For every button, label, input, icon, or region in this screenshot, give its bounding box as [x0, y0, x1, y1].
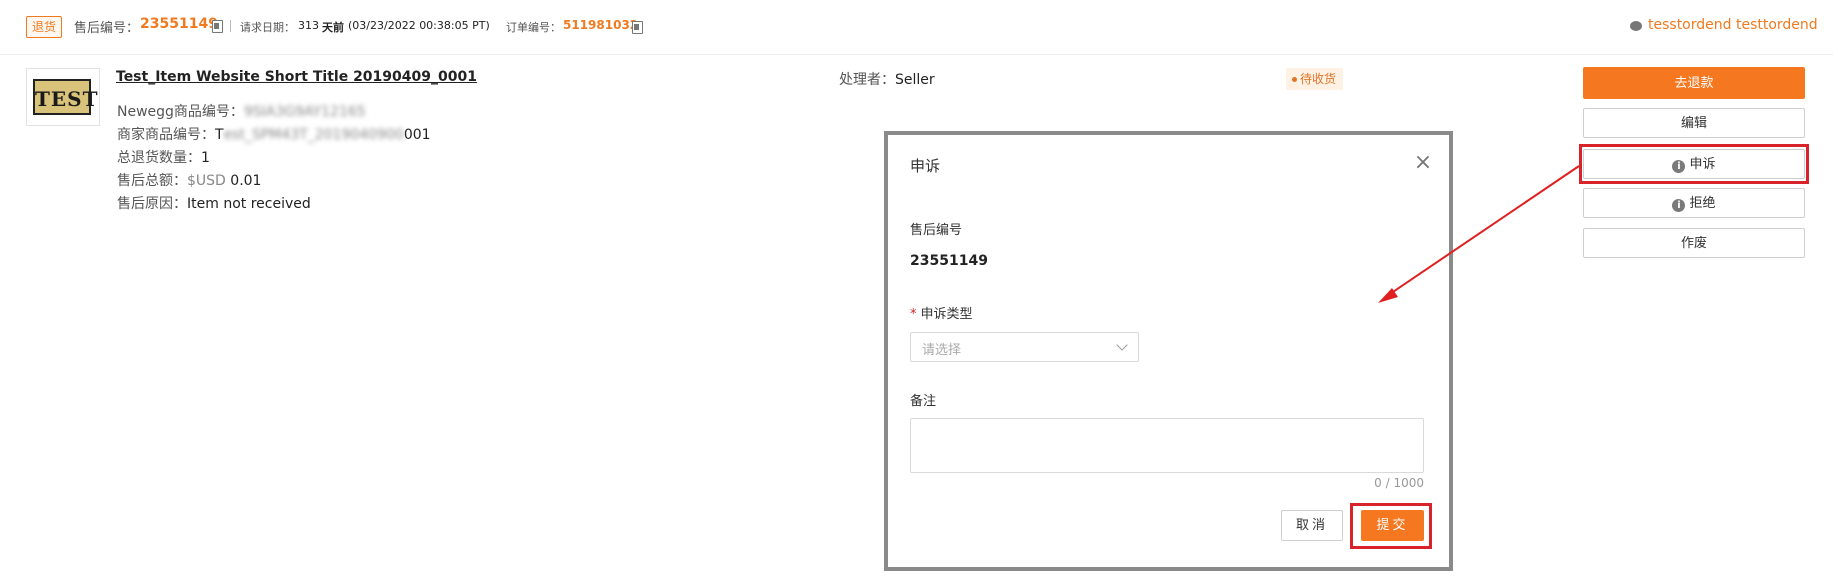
request-date-detail: (03/23/2022 00:38:05 PT)	[348, 19, 490, 32]
header-divider	[230, 20, 231, 32]
total-amount-row: 售后总额：$USD 0.01	[117, 170, 261, 190]
required-mark: *	[910, 307, 917, 322]
seller-item-no-suffix: 001	[403, 127, 431, 143]
remark-label: 备注	[910, 394, 937, 409]
item-title-link[interactable]: Test_Item Website Short Title 20190409_0…	[116, 69, 477, 85]
total-qty: 1	[201, 150, 210, 166]
request-days: 313	[298, 19, 319, 32]
appeal-button[interactable]: i 申诉	[1583, 149, 1805, 179]
info-icon: i	[1672, 199, 1686, 212]
appeal-type-placeholder: 请选择	[922, 343, 962, 358]
appeal-modal: 申诉 × 售后编号 23551149 * 申诉类型 请选择 备注 0 / 1000…	[888, 135, 1449, 567]
reason-row: 售后原因：Item not received	[117, 193, 311, 213]
seller-item-no-row: 商家商品编号：Test_SPM43T_2019040900001	[117, 124, 431, 144]
chat-icon	[1630, 21, 1642, 31]
request-days-suffix: 天前	[322, 21, 344, 34]
close-icon[interactable]: ×	[1413, 152, 1433, 174]
cancel-button[interactable]: 取消	[1281, 510, 1343, 541]
status-badge: 待收货	[1286, 68, 1344, 90]
after-sale-no: 23551149	[140, 16, 218, 32]
appeal-type-select[interactable]: 请选择	[910, 332, 1139, 362]
newegg-item-no: 9SIA3G9AY12165	[243, 104, 366, 120]
chevron-down-icon	[1116, 339, 1128, 351]
status-text: 待收货	[1300, 72, 1337, 86]
modal-title: 申诉	[910, 157, 941, 175]
seller-item-no-blurred: est_SPM43T_2019040900	[223, 127, 404, 143]
char-counter: 0 / 1000	[1374, 476, 1424, 490]
info-icon: i	[1672, 160, 1686, 173]
void-button[interactable]: 作废	[1583, 228, 1805, 258]
product-thumbnail[interactable]: TEST	[26, 68, 100, 126]
reject-label: 拒绝	[1689, 196, 1716, 211]
edit-button[interactable]: 编辑	[1583, 108, 1805, 138]
appeal-type-label: * 申诉类型	[910, 303, 973, 322]
status-dot	[1292, 77, 1297, 82]
handler-value: Seller	[895, 72, 935, 88]
user-name-link[interactable]: tesstordend testtordend	[1648, 17, 1818, 33]
remark-textarea[interactable]	[910, 418, 1424, 473]
reason-label: 售后原因：	[117, 196, 187, 212]
refund-button[interactable]: 去退款	[1583, 67, 1805, 99]
reject-button[interactable]: i 拒绝	[1583, 188, 1805, 218]
after-sale-no-field-label: 售后编号	[910, 223, 963, 238]
after-sale-no-field-value: 23551149	[910, 253, 988, 269]
test-logo: TEST	[33, 79, 97, 115]
appeal-label: 申诉	[1689, 157, 1716, 172]
total-amount-label: 售后总额：	[117, 173, 187, 189]
order-no-label: 订单编号：	[506, 21, 561, 34]
handler-row: 处理者：Seller	[839, 69, 935, 89]
reason: Item not received	[187, 196, 311, 212]
order-header: 退货 售后编号： 23551149 请求日期： 313 天前 (03/23/20…	[0, 0, 1833, 55]
handler-label: 处理者：	[839, 72, 895, 88]
seller-item-no-label: 商家商品编号：	[117, 127, 215, 143]
order-no[interactable]: 511981032	[563, 18, 638, 32]
return-tag: 退货	[26, 16, 63, 38]
newegg-item-no-row: Newegg商品编号：9SIA3G9AY12165	[117, 101, 366, 121]
total-qty-row: 总退货数量：1	[117, 147, 210, 167]
appeal-type-label-text: 申诉类型	[920, 307, 973, 322]
total-amount: 0.01	[230, 173, 262, 189]
copy-icon[interactable]	[632, 21, 643, 34]
submit-button[interactable]: 提交	[1361, 510, 1424, 541]
request-date-label: 请求日期：	[240, 21, 295, 34]
seller-item-no-prefix: T	[215, 127, 224, 143]
currency: $USD	[187, 173, 226, 189]
total-qty-label: 总退货数量：	[117, 150, 201, 166]
copy-icon[interactable]	[212, 20, 223, 33]
newegg-item-no-label: Newegg商品编号：	[117, 104, 244, 120]
after-sale-no-label: 售后编号：	[74, 21, 140, 36]
